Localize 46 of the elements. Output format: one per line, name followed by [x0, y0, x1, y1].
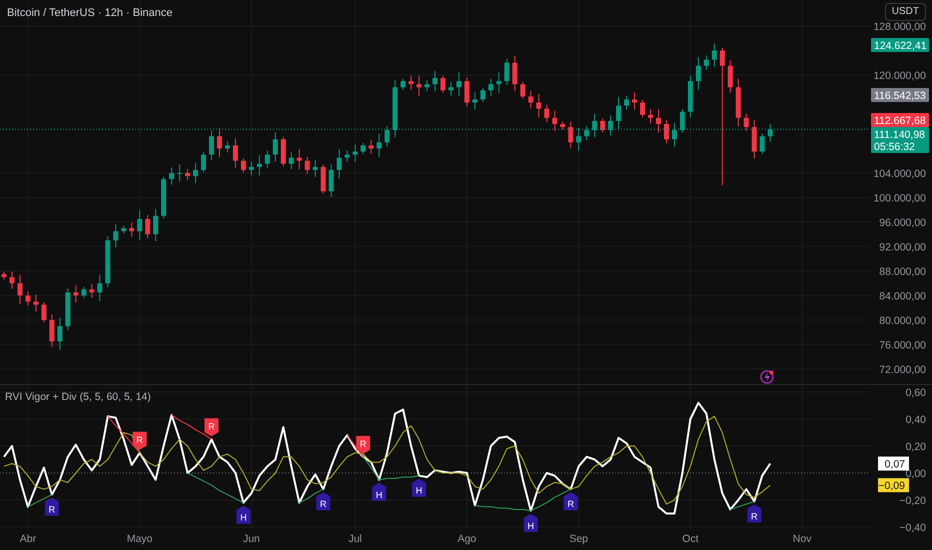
indicator-legend: RVI Vigor + Div (5, 5, 60, 5, 14): [5, 391, 151, 403]
divergence-label: H: [412, 478, 426, 497]
axis-label: Oct: [682, 533, 699, 545]
price-tag: 124.622,41: [871, 38, 929, 52]
axis-label: 96.000,00: [879, 217, 926, 229]
price-tag: 111.140,98 05:56:32: [871, 127, 929, 153]
axis-label: Jul: [348, 533, 362, 545]
divergence-label: R: [747, 504, 762, 522]
axis-label: 80.000,00: [879, 315, 926, 327]
divergence-label: R: [204, 418, 219, 436]
divergence-label: R: [356, 436, 370, 454]
axis-label: 0,60: [906, 387, 926, 400]
axis-label: 0,40: [906, 414, 926, 426]
axis-label: −0,20: [899, 495, 926, 508]
axis-label: Mayo: [126, 533, 153, 545]
value-tag: −0,09: [878, 478, 909, 492]
axis-label: 104.000,00: [873, 168, 926, 180]
axis-label: Jun: [242, 533, 260, 545]
axis-label: 72.000,00: [879, 364, 926, 376]
chart-title: Bitcoin / TetherUS · 12h · Binance: [7, 7, 172, 19]
axis-label: 0,00: [906, 468, 926, 480]
value-tag: 0,07: [878, 456, 909, 471]
axis-label: 76.000,00: [879, 340, 926, 352]
divergence-label: H: [372, 482, 386, 501]
axis-label: 100.000,00: [873, 192, 926, 204]
axis-label: 84.000,00: [879, 290, 926, 302]
divergence-label: H: [524, 514, 538, 532]
lightning-icon[interactable]: [759, 369, 775, 385]
price-tag: 116.542,53: [871, 88, 929, 102]
axis-label: 92.000,00: [879, 242, 926, 254]
axis-label: 128.000,00: [873, 21, 926, 33]
axis-label: Sep: [569, 533, 588, 545]
price-tag: 112.667,68: [871, 113, 929, 127]
axis-label: 88.000,00: [879, 266, 926, 278]
axis-label: Ago: [458, 533, 476, 545]
currency-button[interactable]: USDT: [884, 3, 926, 21]
axis-label: 120.000,00: [873, 70, 926, 82]
axis-label: Abr: [20, 533, 36, 545]
axis-label: Nov: [792, 533, 812, 545]
axis-label: −0,40: [899, 522, 926, 534]
divergence-label: R: [132, 432, 147, 450]
axis-label: 0,20: [906, 441, 926, 454]
divergence-label: R: [44, 498, 59, 516]
divergence-label: H: [236, 506, 250, 524]
divergence-label: R: [316, 492, 330, 510]
divergence-label: R: [564, 492, 578, 510]
